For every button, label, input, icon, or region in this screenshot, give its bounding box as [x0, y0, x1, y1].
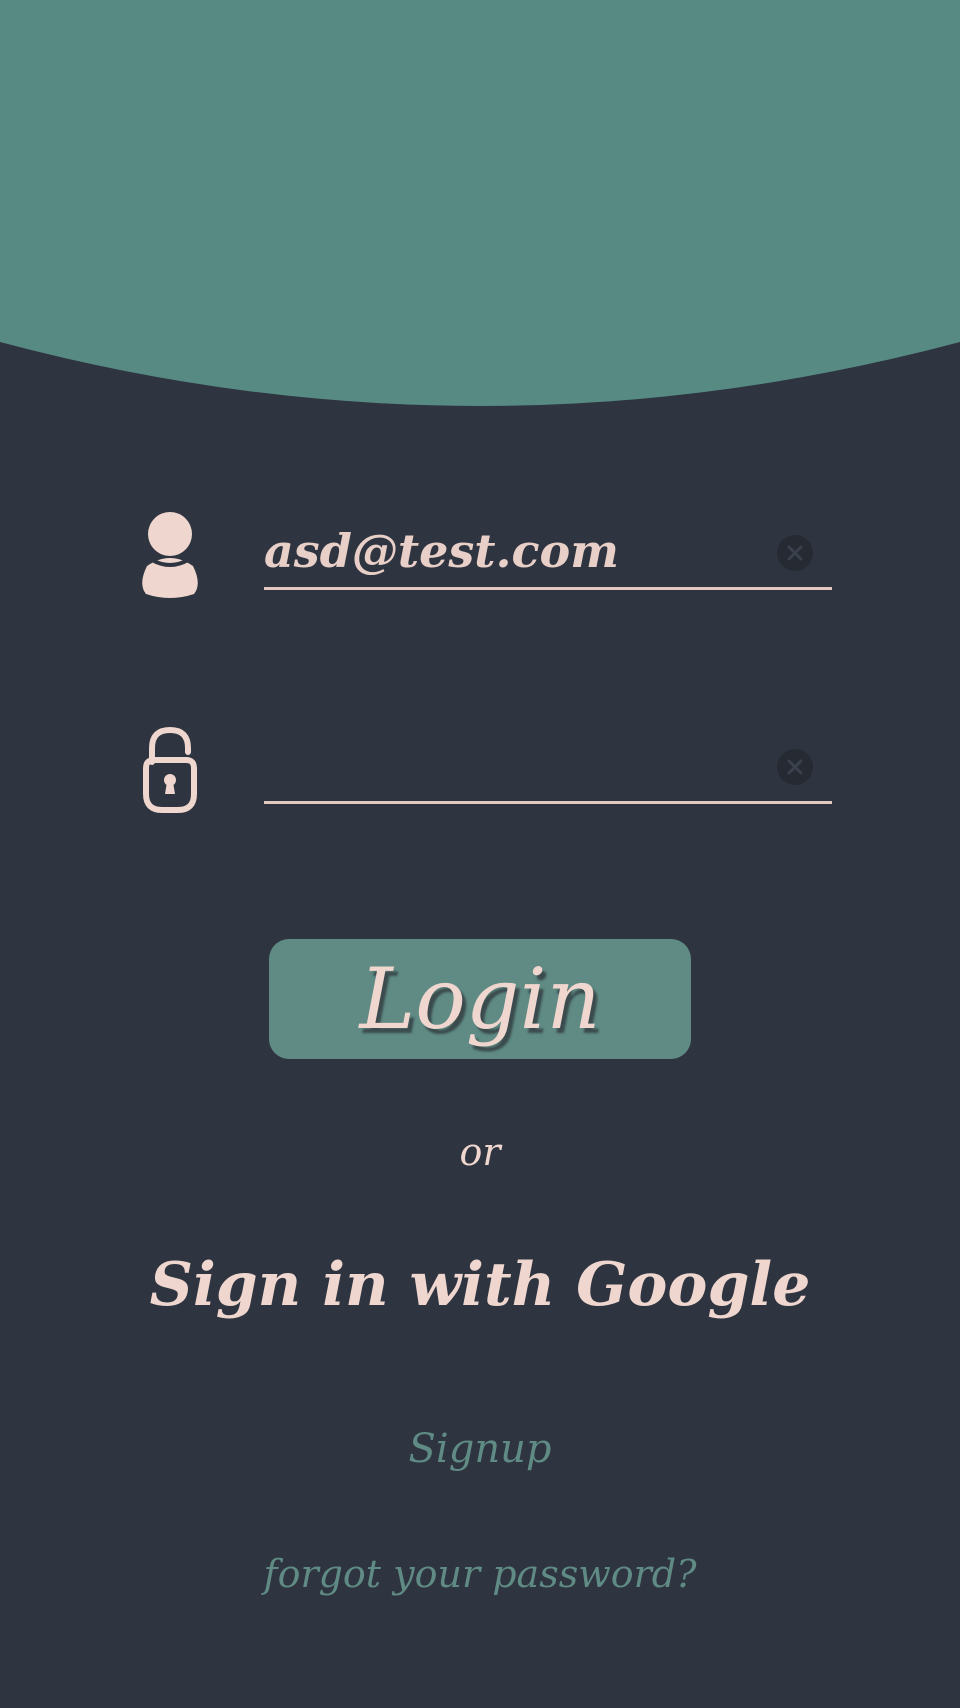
email-row: [0, 500, 960, 610]
or-divider-text: or: [459, 1130, 501, 1174]
password-clear-button[interactable]: [777, 749, 813, 785]
google-signin-link[interactable]: Sign in with Google: [0, 1250, 960, 1320]
user-icon: [138, 510, 202, 600]
login-button[interactable]: Login: [269, 939, 691, 1059]
clear-icon: [787, 759, 803, 775]
password-field[interactable]: [264, 734, 832, 804]
unlocked-padlock-icon: [138, 724, 202, 814]
header-wave: [0, 0, 960, 406]
email-clear-button[interactable]: [777, 535, 813, 571]
signup-link[interactable]: Signup: [0, 1426, 960, 1472]
forgot-password-link[interactable]: forgot your password?: [0, 1552, 960, 1596]
password-row: [0, 714, 960, 824]
email-field[interactable]: [264, 520, 832, 590]
clear-icon: [787, 545, 803, 561]
